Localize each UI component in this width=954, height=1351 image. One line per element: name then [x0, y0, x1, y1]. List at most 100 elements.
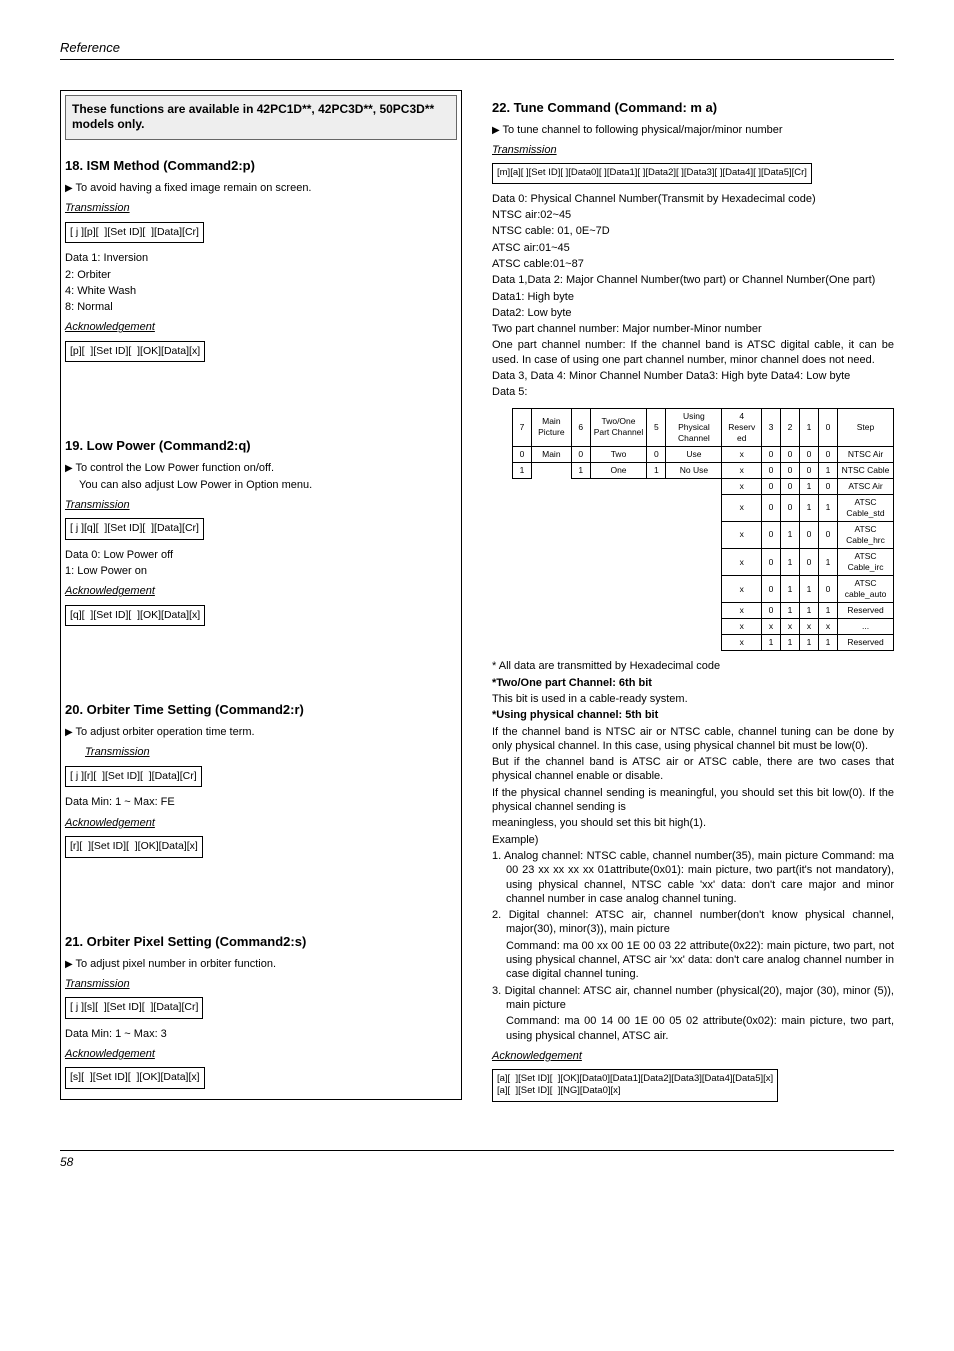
- table-cell: Step: [838, 408, 894, 446]
- table-cell: [571, 576, 590, 603]
- table-cell: 1: [819, 549, 838, 576]
- s22-d0-3: ATSC air:01~45: [492, 241, 894, 255]
- table-cell: [590, 603, 647, 619]
- example-h: Example): [492, 833, 894, 847]
- s21-trans-box: [ j ][s][ ][Set ID][ ][Data][Cr]: [65, 997, 203, 1019]
- page-header: Reference: [60, 40, 894, 60]
- table-cell: [532, 576, 572, 603]
- table-cell: [532, 635, 572, 651]
- s18-desc: To avoid having a fixed image remain on …: [65, 181, 457, 195]
- s18-d4: 8: Normal: [65, 300, 457, 314]
- table-cell: Reserved: [838, 635, 894, 651]
- right-column: 22. Tune Command (Command: m a) To tune …: [492, 90, 894, 1120]
- table-cell: 1: [781, 635, 800, 651]
- table-cell: Two/One Part Channel: [590, 408, 647, 446]
- table-cell: 0: [781, 494, 800, 521]
- s18-ack-box: [p][ ][Set ID][ ][OK][Data][x]: [65, 341, 205, 363]
- s22-ack-box: [a][ ][Set ID][ ][OK][Data0][Data1][Data…: [492, 1069, 778, 1102]
- note-all: * All data are transmitted by Hexadecima…: [492, 659, 894, 673]
- s22-ack-h: Acknowledgement: [492, 1049, 894, 1063]
- table-cell: ATSC Cable_irc: [838, 549, 894, 576]
- ex1: 1. Analog channel: NTSC cable, channel n…: [492, 849, 894, 906]
- table-cell: [590, 576, 647, 603]
- table-cell: x: [800, 619, 819, 635]
- table-cell: x: [781, 619, 800, 635]
- table-cell: NTSC Air: [838, 446, 894, 462]
- table-cell: 5: [647, 408, 666, 446]
- table-cell: 1: [781, 603, 800, 619]
- table-cell: [647, 576, 666, 603]
- s20-ack-box: [r][ ][Set ID][ ][OK][Data][x]: [65, 836, 203, 858]
- table-cell: [513, 549, 532, 576]
- table-cell: 0: [781, 446, 800, 462]
- table-cell: 1: [647, 462, 666, 478]
- table-cell: [666, 521, 722, 548]
- table-cell: x: [722, 549, 762, 576]
- table-cell: 1: [800, 635, 819, 651]
- table-cell: [513, 619, 532, 635]
- s22-data5: Data 5:: [492, 385, 894, 399]
- note-two-h: *Two/One part Channel: 6th bit: [492, 676, 894, 690]
- table-cell: [513, 494, 532, 521]
- s22-data0: Data 0: Physical Channel Number(Transmit…: [492, 192, 894, 206]
- s22-d0-2: NTSC cable: 01, 0E~7D: [492, 224, 894, 238]
- page-number: 58: [60, 1150, 894, 1171]
- table-cell: Main: [532, 446, 572, 462]
- table-cell: [532, 603, 572, 619]
- table-cell: 1: [800, 478, 819, 494]
- s19-ack-box: [q][ ][Set ID][ ][OK][Data][x]: [65, 605, 205, 627]
- ex3: 3. Digital channel: ATSC air, channel nu…: [492, 984, 894, 1013]
- s22-desc: To tune channel to following physical/ma…: [492, 123, 894, 137]
- table-cell: [571, 619, 590, 635]
- s18-d2: 2: Orbiter: [65, 268, 457, 282]
- s18-d3: 4: White Wash: [65, 284, 457, 298]
- table-cell: No Use: [666, 462, 722, 478]
- table-cell: 1: [819, 603, 838, 619]
- s22-d12-3: Two part channel number: Major number-Mi…: [492, 322, 894, 336]
- s22-d0-4: ATSC cable:01~87: [492, 257, 894, 271]
- table-cell: x: [722, 635, 762, 651]
- table-cell: x: [722, 478, 762, 494]
- s22-d12-1: Data1: High byte: [492, 290, 894, 304]
- table-cell: [647, 478, 666, 494]
- table-cell: 0: [762, 494, 781, 521]
- table-cell: x: [722, 462, 762, 478]
- s18-d1: Data 1: Inversion: [65, 251, 457, 265]
- ex3b: Command: ma 00 14 00 1E 00 05 02 attribu…: [492, 1014, 894, 1043]
- s18-trans-box: [ j ][p][ ][Set ID][ ][Data][Cr]: [65, 222, 204, 244]
- table-cell: 0: [800, 446, 819, 462]
- table-cell: Two: [590, 446, 647, 462]
- table-cell: 0: [762, 549, 781, 576]
- s22-d0-1: NTSC air:02~45: [492, 208, 894, 222]
- note-two: This bit is used in a cable-ready system…: [492, 692, 894, 706]
- table-cell: 0: [571, 446, 590, 462]
- s19-d1: Data 0: Low Power off: [65, 548, 457, 562]
- table-cell: 2: [781, 408, 800, 446]
- left-box: These functions are available in 42PC1D*…: [60, 90, 462, 1100]
- table-cell: 1: [819, 462, 838, 478]
- table-cell: Use: [666, 446, 722, 462]
- table-cell: 0: [819, 408, 838, 446]
- table-cell: [590, 549, 647, 576]
- table-cell: [513, 521, 532, 548]
- table-cell: [571, 521, 590, 548]
- table-cell: x: [722, 619, 762, 635]
- table-cell: 0: [800, 521, 819, 548]
- s19-trans-box: [ j ][q][ ][Set ID][ ][Data][Cr]: [65, 518, 204, 540]
- table-cell: [666, 494, 722, 521]
- table-cell: x: [722, 576, 762, 603]
- table-cell: ATSC Cable_std: [838, 494, 894, 521]
- table-cell: [647, 521, 666, 548]
- table-cell: [647, 494, 666, 521]
- table-cell: 0: [762, 462, 781, 478]
- s22-d12-2: Data2: Low byte: [492, 306, 894, 320]
- table-cell: [666, 549, 722, 576]
- table-cell: 7: [513, 408, 532, 446]
- table-cell: 0: [781, 478, 800, 494]
- table-cell: NTSC Cable: [838, 462, 894, 478]
- table-cell: 6: [571, 408, 590, 446]
- s19-trans-h: Transmission: [65, 498, 457, 512]
- table-cell: [532, 462, 572, 478]
- table-cell: [532, 549, 572, 576]
- note-phys1: If the channel band is NTSC air or NTSC …: [492, 725, 894, 754]
